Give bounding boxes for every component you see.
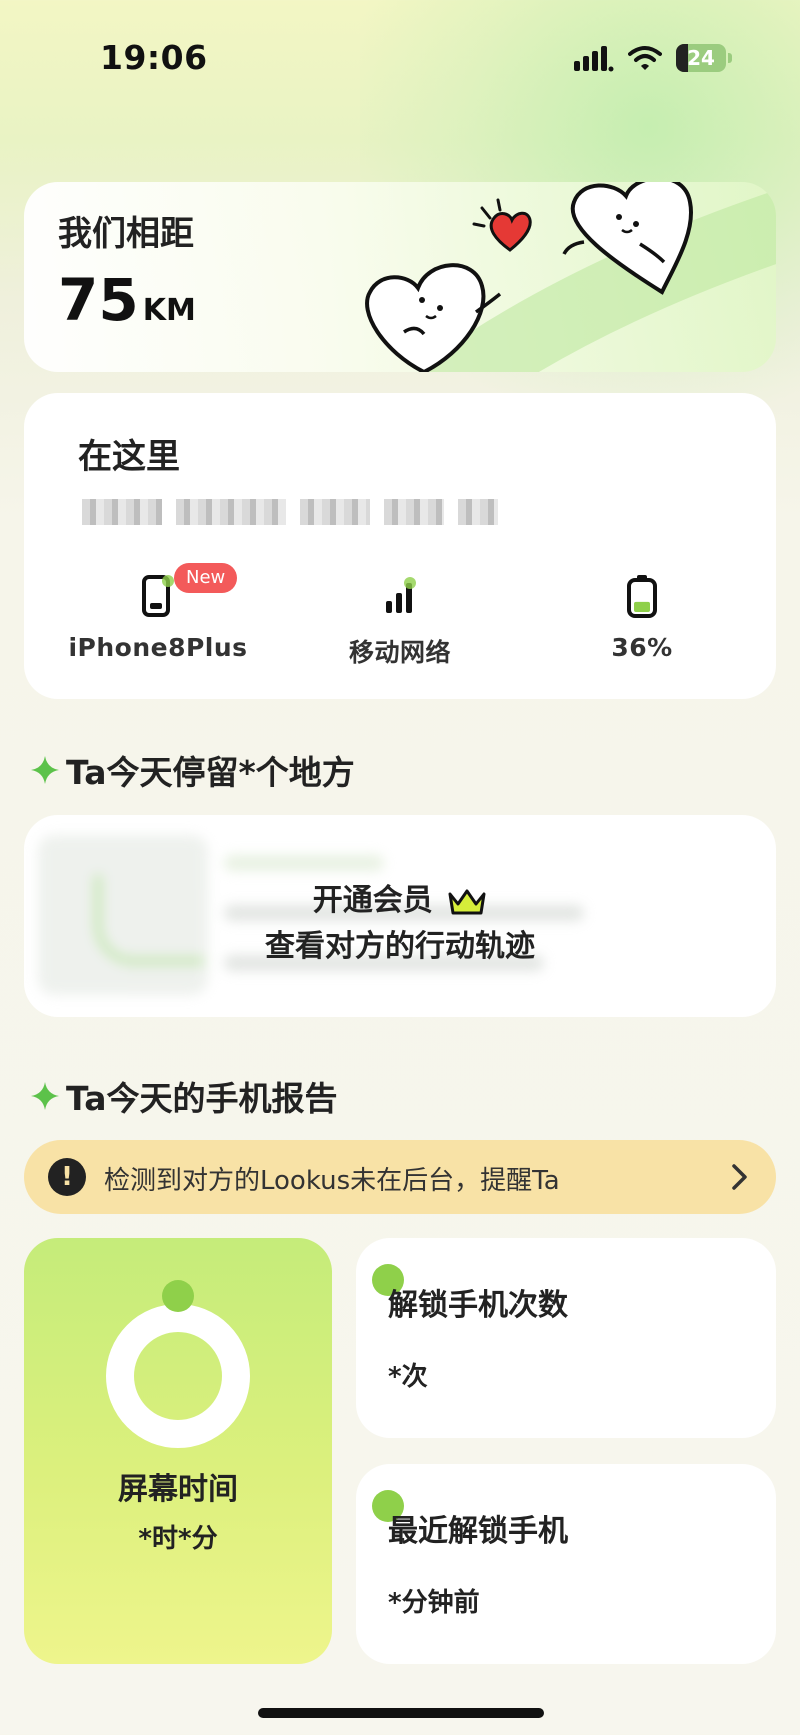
redacted-block — [300, 499, 370, 525]
battery-percent: 36% — [611, 633, 673, 662]
alert-icon: ! — [48, 1158, 86, 1196]
redacted-block — [82, 499, 162, 525]
device-stat[interactable]: iPhone8Plus — [48, 573, 268, 662]
redacted-block — [176, 499, 286, 525]
places-title-text: Ta今天停留*个地方 — [66, 753, 355, 792]
crown-icon — [448, 889, 486, 914]
signal-icon — [574, 46, 614, 72]
distance-card[interactable]: 我们相距 75 KM — [24, 182, 776, 372]
last-unlock-value: *分钟前 — [388, 1588, 480, 1618]
battery-status-fill — [634, 601, 650, 612]
places-section-title: Ta今天停留*个地方 — [30, 746, 355, 794]
distance-unit: KM — [142, 293, 196, 328]
alert-text: 检测到对方的Lookus未在后台，提醒Ta — [104, 1166, 560, 1196]
vip-text: 开通会员 — [312, 883, 433, 918]
status-time: 19:06 — [100, 38, 208, 77]
vip-line-2: 查看对方的行动轨迹 — [265, 929, 535, 964]
battery-level-text: 24 — [687, 46, 715, 70]
hearts-illustration — [365, 182, 693, 372]
unlock-count-label: 解锁手机次数 — [388, 1288, 568, 1323]
sparkle-icon — [31, 1082, 59, 1110]
last-unlock-card[interactable]: 最近解锁手机 *分钟前 — [356, 1464, 776, 1664]
device-name: iPhone8Plus — [68, 633, 248, 662]
screen-time-card[interactable]: 屏幕时间 *时*分 — [24, 1238, 332, 1664]
network-signal-icon — [386, 577, 416, 613]
battery-icon: 24 — [676, 44, 732, 72]
network-type: 移动网络 — [348, 638, 451, 667]
redacted-block — [384, 499, 444, 525]
location-card[interactable]: 在这里 iPhone8Plus New 移动网络 36% — [24, 393, 776, 699]
battery-stat[interactable]: 36% — [532, 573, 752, 662]
sparkle-icon — [31, 756, 59, 784]
location-title: 在这里 — [78, 437, 180, 477]
chevron-right-icon — [732, 1164, 747, 1190]
screen-time-value: *时*分 — [138, 1524, 218, 1554]
redacted-block — [458, 499, 498, 525]
new-badge: New — [174, 563, 238, 593]
report-title-text: Ta今天的手机报告 — [66, 1079, 338, 1118]
status-bar: 19:06 24 — [0, 0, 800, 120]
screen-time-ring — [106, 1304, 250, 1448]
phone-icon — [142, 575, 174, 617]
unlock-count-card[interactable]: 解锁手机次数 *次 — [356, 1238, 776, 1438]
battery-status-icon — [627, 575, 657, 618]
places-card[interactable]: 开通会员 查看对方的行动轨迹 — [24, 815, 776, 1017]
network-stat[interactable]: 移动网络 — [290, 573, 510, 669]
ring-indicator-dot — [162, 1280, 194, 1312]
home-indicator[interactable] — [258, 1708, 544, 1718]
background-alert-bar[interactable]: ! 检测到对方的Lookus未在后台，提醒Ta — [24, 1140, 776, 1214]
battery-tip — [728, 53, 732, 63]
unlock-count-value: *次 — [388, 1362, 428, 1392]
battery-body: 24 — [676, 44, 726, 72]
last-unlock-label: 最近解锁手机 — [388, 1514, 568, 1549]
vip-line-1: 开通会员 — [24, 875, 776, 919]
vip-overlay[interactable]: 开通会员 查看对方的行动轨迹 — [24, 815, 776, 1017]
distance-number: 75 — [58, 266, 139, 334]
distance-label: 我们相距 — [58, 214, 194, 254]
location-address-redacted — [82, 497, 498, 527]
wifi-icon — [628, 46, 662, 70]
screen-time-label: 屏幕时间 — [118, 1472, 238, 1507]
report-section-title: Ta今天的手机报告 — [30, 1072, 338, 1120]
distance-value: 75 KM — [58, 266, 196, 334]
